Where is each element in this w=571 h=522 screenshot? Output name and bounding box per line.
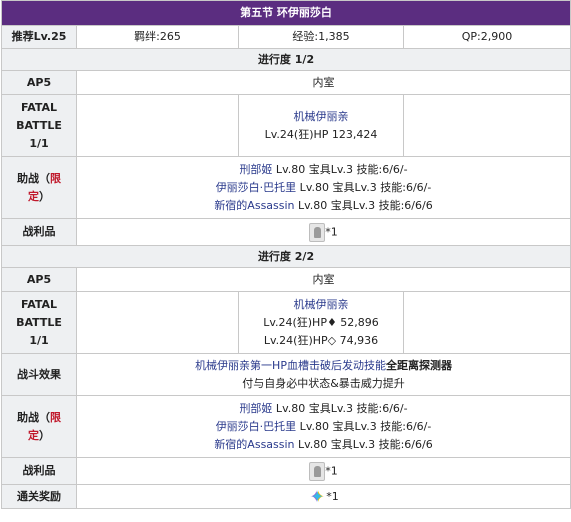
progress-1-loot-row: 战利品 *1 bbox=[1, 218, 571, 246]
skill-name: 全距离探测器 bbox=[385, 358, 452, 372]
support-servant-link[interactable]: 伊丽莎白·巴托里 bbox=[216, 420, 297, 433]
info-row: 推荐Lv.25 羁绊:265 经验:1,385 QP:2,900 bbox=[1, 25, 571, 49]
statue-item-icon[interactable] bbox=[309, 461, 326, 481]
reward-row: 通关奖励 ✦ *1 bbox=[1, 484, 571, 509]
enemy-stats-2: Lv.24(狂)HP◇ 74,936 bbox=[263, 333, 379, 347]
ap-label: AP5 bbox=[1, 267, 77, 292]
fatal-battle-label: FATAL BATTLE 1/1 bbox=[1, 291, 77, 354]
support-label-text: ） bbox=[39, 189, 50, 203]
empty-cell bbox=[76, 94, 239, 157]
support-entry: 伊丽莎白·巴托里 Lv.80 宝具Lv.3 技能:6/6/- bbox=[81, 418, 566, 436]
loot-label: 战利品 bbox=[1, 457, 77, 485]
support-entry: 刑部姬 Lv.80 宝具Lv.3 技能:6/6/- bbox=[81, 400, 566, 418]
title-row: 第五节 环伊丽莎白 bbox=[0, 0, 571, 26]
support-info: Lv.80 宝具Lv.3 技能:6/6/- bbox=[296, 419, 432, 433]
location: 内室 bbox=[75, 70, 571, 95]
empty-cell bbox=[76, 291, 239, 354]
ap-label: AP5 bbox=[1, 70, 77, 95]
support-info: Lv.80 宝具Lv.3 技能:6/6/- bbox=[272, 162, 408, 176]
loot-quantity: *1 bbox=[325, 464, 338, 477]
effect-label: 战斗效果 bbox=[1, 353, 77, 396]
progress-1-label: 进行度 1/2 bbox=[0, 48, 571, 71]
empty-cell bbox=[402, 94, 571, 157]
saint-quartz-icon[interactable]: ✦ bbox=[308, 487, 326, 506]
fatal-line-3: 1/1 bbox=[29, 333, 49, 347]
support-servant-link[interactable]: 刑部姬 bbox=[239, 163, 272, 176]
fatal-line-1: FATAL bbox=[20, 100, 58, 114]
support-entry: 新宿的Assassin Lv.80 宝具Lv.3 技能:6/6/6 bbox=[81, 436, 566, 454]
recommend-level: 推荐Lv.25 bbox=[1, 25, 77, 49]
support-entry: 刑部姬 Lv.80 宝具Lv.3 技能:6/6/- bbox=[81, 161, 566, 179]
reward-label: 通关奖励 bbox=[1, 484, 77, 509]
progress-1-battle-row: FATAL BATTLE 1/1 机械伊丽亲 Lv.24(狂)HP 123,42… bbox=[1, 94, 571, 157]
support-entry: 伊丽莎白·巴托里 Lv.80 宝具Lv.3 技能:6/6/- bbox=[81, 179, 566, 197]
exp-value: 经验:1,385 bbox=[238, 25, 404, 49]
fatal-line-2: BATTLE bbox=[16, 315, 62, 329]
enemy-name-link[interactable]: 机械伊丽亲 bbox=[243, 108, 399, 126]
support-label: 助战（限 定） bbox=[1, 395, 77, 458]
quest-title: 第五节 环伊丽莎白 bbox=[0, 0, 571, 26]
effect-text[interactable]: 机械伊丽亲第一HP血槽击破后发动技能 bbox=[195, 359, 386, 372]
empty-cell bbox=[402, 291, 571, 354]
support-info: Lv.80 宝具Lv.3 技能:6/6/6 bbox=[294, 437, 433, 451]
progress-2-effect-row: 战斗效果 机械伊丽亲第一HP血槽击破后发动技能全距离探测器 付与自身必中状态&暴… bbox=[1, 353, 571, 396]
reward-cell: ✦ *1 bbox=[75, 484, 571, 509]
limited-mark: 限 bbox=[50, 171, 61, 185]
support-servant-link[interactable]: 伊丽莎白·巴托里 bbox=[216, 181, 297, 194]
support-label-text: 助战（ bbox=[17, 171, 50, 185]
support-label: 助战（限 定） bbox=[1, 156, 77, 219]
progress-2-loot-row: 战利品 *1 bbox=[1, 457, 571, 485]
progress-2-support-row: 助战（限 定） 刑部姬 Lv.80 宝具Lv.3 技能:6/6/- 伊丽莎白·巴托… bbox=[1, 395, 571, 458]
effect-line-2: 付与自身必中状态&暴击威力提升 bbox=[242, 376, 405, 390]
bond-value: 羁绊:265 bbox=[76, 25, 239, 49]
fatal-line-1: FATAL bbox=[20, 297, 58, 311]
progress-2-ap-row: AP5 内室 bbox=[1, 267, 571, 292]
fatal-line-3: 1/1 bbox=[29, 136, 49, 150]
effect-line-1: 机械伊丽亲第一HP血槽击破后发动技能全距离探测器 bbox=[81, 357, 566, 375]
effect-cell: 机械伊丽亲第一HP血槽击破后发动技能全距离探测器 付与自身必中状态&暴击威力提升 bbox=[75, 353, 571, 396]
support-servant-link[interactable]: 新宿的Assassin bbox=[214, 438, 294, 451]
support-info: Lv.80 宝具Lv.3 技能:6/6/6 bbox=[294, 198, 433, 212]
loot-quantity: *1 bbox=[325, 225, 338, 238]
loot-cell: *1 bbox=[75, 218, 571, 246]
support-info: Lv.80 宝具Lv.3 技能:6/6/- bbox=[296, 180, 432, 194]
enemy-stats: Lv.24(狂)HP 123,424 bbox=[264, 127, 378, 141]
limited-mark: 定 bbox=[28, 189, 39, 203]
support-servant-link[interactable]: 新宿的Assassin bbox=[214, 199, 294, 212]
loot-label: 战利品 bbox=[1, 218, 77, 246]
enemy-cell: 机械伊丽亲 Lv.24(狂)HP♦ 52,896 Lv.24(狂)HP◇ 74,… bbox=[238, 291, 404, 354]
support-entry: 新宿的Assassin Lv.80 宝具Lv.3 技能:6/6/6 bbox=[81, 197, 566, 215]
limited-mark: 限 bbox=[50, 410, 61, 424]
progress-2-label: 进行度 2/2 bbox=[0, 245, 571, 268]
enemy-cell: 机械伊丽亲 Lv.24(狂)HP 123,424 bbox=[238, 94, 404, 157]
limited-mark: 定 bbox=[28, 428, 39, 442]
qp-value: QP:2,900 bbox=[402, 25, 571, 49]
progress-1-support-row: 助战（限 定） 刑部姬 Lv.80 宝具Lv.3 技能:6/6/- 伊丽莎白·巴托… bbox=[1, 156, 571, 219]
statue-item-icon[interactable] bbox=[309, 222, 326, 242]
support-label-text: 助战（ bbox=[17, 410, 50, 424]
support-label-text: ） bbox=[39, 428, 50, 442]
location: 内室 bbox=[75, 267, 571, 292]
support-servant-link[interactable]: 刑部姬 bbox=[239, 402, 272, 415]
fatal-battle-label: FATAL BATTLE 1/1 bbox=[1, 94, 77, 157]
loot-cell: *1 bbox=[75, 457, 571, 485]
reward-quantity: *1 bbox=[326, 489, 339, 503]
support-list: 刑部姬 Lv.80 宝具Lv.3 技能:6/6/- 伊丽莎白·巴托里 Lv.80… bbox=[75, 156, 571, 219]
progress-2-battle-row: FATAL BATTLE 1/1 机械伊丽亲 Lv.24(狂)HP♦ 52,89… bbox=[1, 291, 571, 354]
fatal-line-2: BATTLE bbox=[16, 118, 62, 132]
support-info: Lv.80 宝具Lv.3 技能:6/6/- bbox=[272, 401, 408, 415]
enemy-stats-1: Lv.24(狂)HP♦ 52,896 bbox=[263, 315, 379, 329]
support-list: 刑部姬 Lv.80 宝具Lv.3 技能:6/6/- 伊丽莎白·巴托里 Lv.80… bbox=[75, 395, 571, 458]
quest-table: 第五节 环伊丽莎白 推荐Lv.25 羁绊:265 经验:1,385 QP:2,9… bbox=[0, 0, 571, 509]
progress-1-header: 进行度 1/2 bbox=[0, 48, 571, 71]
progress-1-ap-row: AP5 内室 bbox=[1, 70, 571, 95]
progress-2-header: 进行度 2/2 bbox=[0, 245, 571, 268]
enemy-name-link[interactable]: 机械伊丽亲 bbox=[243, 296, 399, 314]
